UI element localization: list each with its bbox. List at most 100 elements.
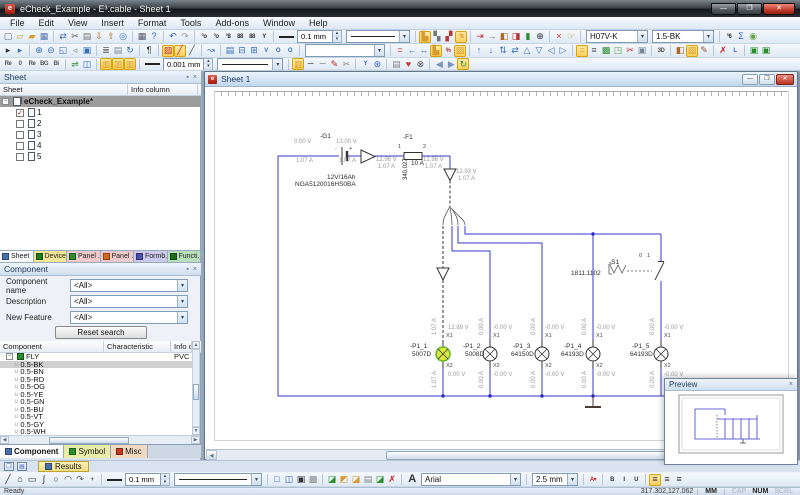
tree-view-icon[interactable]: ▤ <box>224 45 236 57</box>
sheet-row-1[interactable]: ✓1 <box>0 107 200 118</box>
sheet-checkbox-3[interactable] <box>16 131 24 139</box>
panel-grid-icon[interactable]: ▨ <box>686 45 698 57</box>
pin-icon[interactable]: ▪ <box>186 266 188 273</box>
database-icon[interactable]: ◫ <box>81 58 93 70</box>
draw-line-width-widget[interactable]: 0.1 mm▴▾ <box>107 473 170 486</box>
table-view-icon[interactable]: ⊞ <box>248 45 260 57</box>
green-a-icon[interactable]: ▣ <box>748 45 760 57</box>
dock-tab-formb[interactable]: Formb... <box>134 251 168 262</box>
window-list-icon[interactable]: ▤ <box>17 462 27 471</box>
sheet-panel-titlebar[interactable]: Sheet ▪× <box>0 71 201 84</box>
bus-a-icon[interactable]: ▥ <box>100 58 112 70</box>
wire-both-icon[interactable]: ↔ <box>418 45 430 57</box>
crosshair-icon[interactable]: ⊕ <box>534 31 546 43</box>
wire-fill-icon[interactable]: ▨ <box>454 45 466 57</box>
nav-forward-icon[interactable]: ▶ <box>445 58 457 70</box>
menu-add-ons[interactable]: Add-ons <box>208 18 256 28</box>
dock-tab-devices[interactable]: Devices <box>34 251 68 262</box>
component-row-0-5-gy[interactable]: ∪0.5-GY <box>0 421 192 429</box>
scroll-up-icon[interactable]: ▲ <box>192 341 200 349</box>
line-width-widget[interactable]: 0.1 mm▴▾ <box>279 30 342 43</box>
dock-tab-sheet[interactable]: Sheet <box>0 251 34 262</box>
open-project-icon[interactable]: ▱ <box>14 31 26 43</box>
chevron-down-icon[interactable]: ▾ <box>567 474 577 485</box>
component-row-0-5-bu[interactable]: ∪0.5-BU <box>0 406 192 414</box>
sheet-row-2[interactable]: 2 <box>0 118 200 129</box>
pen-red-icon[interactable]: ✎ <box>328 58 340 70</box>
component-group-fly[interactable]: −FLYPVC automot <box>0 353 192 361</box>
wire-spec-combo[interactable]: 1.5-BK▾ <box>652 30 714 43</box>
tool-pct-icon[interactable]: °8 <box>455 31 467 43</box>
zoom-frame-1-icon[interactable]: □ <box>271 474 283 486</box>
column-header-info-column[interactable]: Info column <box>171 341 192 352</box>
signal-compare-icon[interactable]: Σ <box>735 31 747 43</box>
component-row-0-5-ye[interactable]: ∪0.5-YE <box>0 391 192 399</box>
tool-plug-add-icon[interactable]: ▙ <box>419 31 431 43</box>
sheet-update-icon[interactable]: ↻ <box>124 45 136 57</box>
harness-tri-up-icon[interactable]: △ <box>521 45 533 57</box>
line-width-2-spinner[interactable]: ▴▾ <box>204 58 213 71</box>
rename-1-icon[interactable]: Re <box>2 58 14 70</box>
sheet-row-4[interactable]: 4 <box>0 140 200 151</box>
component-name-combo[interactable]: <All>▾ <box>70 279 188 292</box>
report-icon[interactable]: ▤ <box>390 58 402 70</box>
dock-tab-panel[interactable]: Panel ... <box>101 251 135 262</box>
component-scrollbar[interactable] <box>192 349 200 427</box>
view-v-icon[interactable]: V <box>260 45 272 57</box>
chevron-down-icon[interactable]: ▾ <box>177 312 187 323</box>
chevron-down-icon[interactable]: ▾ <box>374 45 384 56</box>
package-icon[interactable]: ◳ <box>612 45 624 57</box>
component-row-0-5-gn[interactable]: ∪0.5-GN <box>0 398 192 406</box>
harness-right-icon[interactable]: ▷ <box>557 45 569 57</box>
spin-down-icon[interactable]: ▾ <box>161 480 169 486</box>
tool-plug-edit-icon[interactable]: ▚ <box>431 31 443 43</box>
cabinet-icon[interactable]: ◧ <box>674 45 686 57</box>
green-sheet-icon[interactable]: ▩ <box>600 45 612 57</box>
close-icon[interactable]: × <box>193 266 197 273</box>
window-titlebar[interactable]: e eCheck_Example - E³.cable - Sheet 1 — … <box>0 0 800 17</box>
scroll-left-icon[interactable]: ◀ <box>206 450 217 460</box>
folder-icon[interactable]: ▰ <box>26 31 38 43</box>
hl-pen-1-icon[interactable]: ◪ <box>326 474 338 486</box>
text-tool-a-icon[interactable]: A <box>405 474 419 486</box>
underline-icon[interactable]: U <box>630 474 642 486</box>
new-sheet-icon[interactable]: ▢ <box>2 31 14 43</box>
restore-button[interactable]: ❐ <box>759 74 775 85</box>
draw-line-icon[interactable]: ╱ <box>2 474 14 486</box>
chevron-down-icon[interactable]: ▾ <box>703 31 713 42</box>
menu-view[interactable]: View <box>61 18 94 28</box>
font-color-icon[interactable]: A▾ <box>587 474 599 486</box>
split-y-icon[interactable]: Y <box>359 58 371 70</box>
lower-tab-component[interactable]: Component <box>0 445 64 458</box>
view-o2-icon[interactable]: O <box>284 45 296 57</box>
sheet-row-5[interactable]: 5 <box>0 151 200 162</box>
component-row-0-5-rd[interactable]: ∪0.5-RD <box>0 376 192 384</box>
check-broken-icon[interactable]: ♥ <box>402 58 414 70</box>
wire-corner-icon[interactable]: ▙ <box>430 45 442 57</box>
wire-pct-icon[interactable]: % <box>442 45 454 57</box>
chevron-down-icon[interactable]: ▾ <box>272 59 282 70</box>
hl-pen-5-icon[interactable]: ◪ <box>374 474 386 486</box>
door-in-icon[interactable]: ◧ <box>498 31 510 43</box>
zoom-frame-2-icon[interactable]: ◫ <box>283 474 295 486</box>
select-special-icon[interactable]: ▸ <box>2 45 14 57</box>
dash-1-icon[interactable]: — <box>304 58 316 70</box>
rename-4-icon[interactable]: BG <box>38 58 50 70</box>
sheet-row-3[interactable]: 3 <box>0 129 200 140</box>
harness-swap-icon[interactable]: ⇅ <box>497 45 509 57</box>
sheet-window-titlebar[interactable]: e Sheet 1 — ❐ ✕ <box>205 72 797 87</box>
draw-line-width-spinner[interactable]: ▴▾ <box>161 473 170 486</box>
connector-symbol-3-icon[interactable]: °8 <box>222 31 234 43</box>
hl-pen-6-icon[interactable]: ✗ <box>386 474 398 486</box>
search-icon[interactable]: ◎ <box>117 31 129 43</box>
pan-icon[interactable]: ☞ <box>565 31 577 43</box>
trace-icon[interactable]: ✗ <box>717 45 729 57</box>
column-header-component[interactable]: Component <box>0 341 104 352</box>
print-icon[interactable]: ▦ <box>136 31 148 43</box>
menu-window[interactable]: Window <box>256 18 302 28</box>
menu-insert[interactable]: Insert <box>94 18 131 28</box>
dock-tab-panel[interactable]: Panel ... <box>67 251 101 262</box>
draw-arc-icon[interactable]: ◠ <box>62 474 74 486</box>
connect-icon[interactable]: ⇥ <box>474 31 486 43</box>
zoom-out-icon[interactable]: ⊖ <box>45 45 57 57</box>
